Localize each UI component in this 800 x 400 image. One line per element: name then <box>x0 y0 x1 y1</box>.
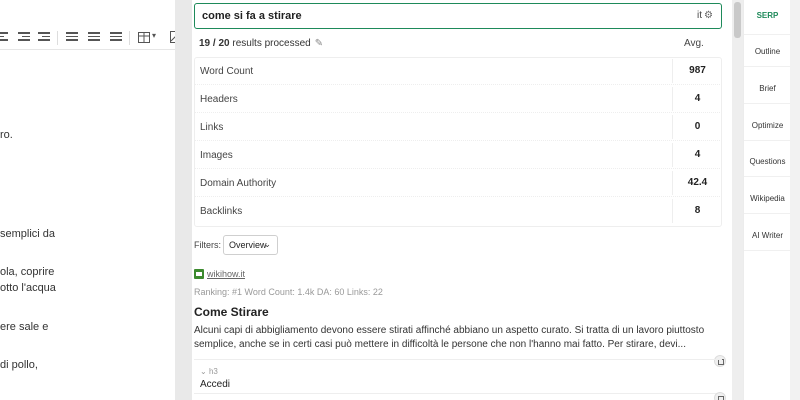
results-processed: 19 / 20 results processed ✎ <box>199 38 323 49</box>
toolbar-divider <box>129 31 130 45</box>
nav-item-outline[interactable]: Outline <box>744 37 791 67</box>
nav-item-optimize[interactable]: Optimize <box>744 111 791 141</box>
metric-row: Images 4 <box>194 141 722 169</box>
metric-label: Word Count <box>200 66 254 77</box>
metric-row: Links 0 <box>194 113 722 141</box>
scroll-thumb[interactable] <box>734 2 741 38</box>
table-dropdown-chevron-icon[interactable]: ▾ <box>152 31 156 40</box>
editor-line: ere sale e <box>0 321 49 333</box>
metric-value: 0 <box>672 115 722 139</box>
metric-label: Domain Authority <box>200 178 277 189</box>
processed-label: results processed <box>232 38 311 49</box>
gear-icon[interactable]: ⚙ <box>704 10 713 21</box>
metric-value: 987 <box>672 59 722 83</box>
metric-row: Backlinks 8 <box>194 197 722 225</box>
heading-item[interactable]: ⌄ h3 Accedi <box>194 359 722 394</box>
metrics-table: Word Count 987 Headers 4 Links 0 Images … <box>194 57 722 225</box>
filter-selected: Overview <box>229 240 267 250</box>
metric-value: 42.4 <box>672 171 722 195</box>
indent-increase-icon[interactable] <box>38 32 50 43</box>
filter-dropdown[interactable]: Overview ⌄ <box>223 235 278 255</box>
result-snippet: Alcuni capi di abbigliamento devono esse… <box>194 325 705 350</box>
right-sidebar-nav: SERP Outline Brief Optimize Questions Wi… <box>743 0 791 400</box>
metric-label: Images <box>200 150 233 161</box>
heading-tag: ⌄ h3 <box>200 367 218 376</box>
editor-line: otto l'acqua <box>0 282 56 294</box>
align-left-icon[interactable] <box>0 32 8 43</box>
editor-line: ro. <box>0 129 13 141</box>
numbered-list-icon[interactable] <box>88 32 100 43</box>
pencil-icon[interactable]: ✎ <box>315 38 323 49</box>
metric-value: 4 <box>672 143 722 167</box>
result-meta: Ranking: #1 Word Count: 1.4k DA: 60 Link… <box>194 287 383 297</box>
metric-label: Links <box>200 122 224 133</box>
nav-item-brief[interactable]: Brief <box>744 74 791 104</box>
search-query: come si fa a stirare <box>202 10 302 22</box>
heading-tag-label: h3 <box>208 367 218 376</box>
metric-row: Domain Authority 42.4 <box>194 169 722 197</box>
metric-value: 4 <box>672 87 722 111</box>
metric-row: Word Count 987 <box>194 57 722 85</box>
metric-value: 8 <box>672 199 722 223</box>
result-title[interactable]: Come Stirare <box>194 305 269 319</box>
editor-line: di pollo, <box>0 359 38 371</box>
avg-column-header: Avg. <box>684 38 704 49</box>
metric-row: Headers 4 <box>194 85 722 113</box>
site-favicon-icon <box>194 269 204 279</box>
editor-line: semplici da <box>0 228 56 240</box>
language-code: it <box>697 10 703 21</box>
checklist-icon[interactable] <box>110 32 122 43</box>
nav-item-serp[interactable]: SERP <box>744 0 791 35</box>
nav-item-ai-writer[interactable]: AI Writer <box>744 221 791 251</box>
scrollbar[interactable] <box>732 0 743 400</box>
copy-icon[interactable] <box>714 392 726 400</box>
search-input[interactable]: come si fa a stirare it ⚙ <box>194 3 722 29</box>
processed-count: 19 / 20 <box>199 38 230 49</box>
filters-label: Filters: <box>194 240 221 250</box>
editor-toolbar: ▾ <box>0 26 175 50</box>
metric-label: Headers <box>200 94 238 105</box>
nav-item-wikipedia[interactable]: Wikipedia <box>744 184 791 214</box>
chevron-down-icon: ⌄ <box>263 239 271 249</box>
toolbar-divider <box>57 31 58 45</box>
editor-line: ola, coprire <box>0 266 55 278</box>
serp-panel: come si fa a stirare it ⚙ 19 / 20 results… <box>192 0 732 400</box>
pane-divider[interactable] <box>175 0 192 400</box>
result-site-link[interactable]: wikihow.it <box>207 269 245 279</box>
table-icon[interactable] <box>138 32 150 43</box>
bullet-list-icon[interactable] <box>66 32 78 43</box>
language-selector[interactable]: it ⚙ <box>697 10 713 21</box>
metric-label: Backlinks <box>200 206 243 217</box>
indent-decrease-icon[interactable] <box>18 32 30 43</box>
nav-item-questions[interactable]: Questions <box>744 147 791 177</box>
heading-text: Accedi <box>200 379 231 390</box>
window-edge <box>790 0 800 400</box>
text-editor[interactable]: ▾ ro. semplici da ola, coprire otto l'ac… <box>0 0 175 400</box>
